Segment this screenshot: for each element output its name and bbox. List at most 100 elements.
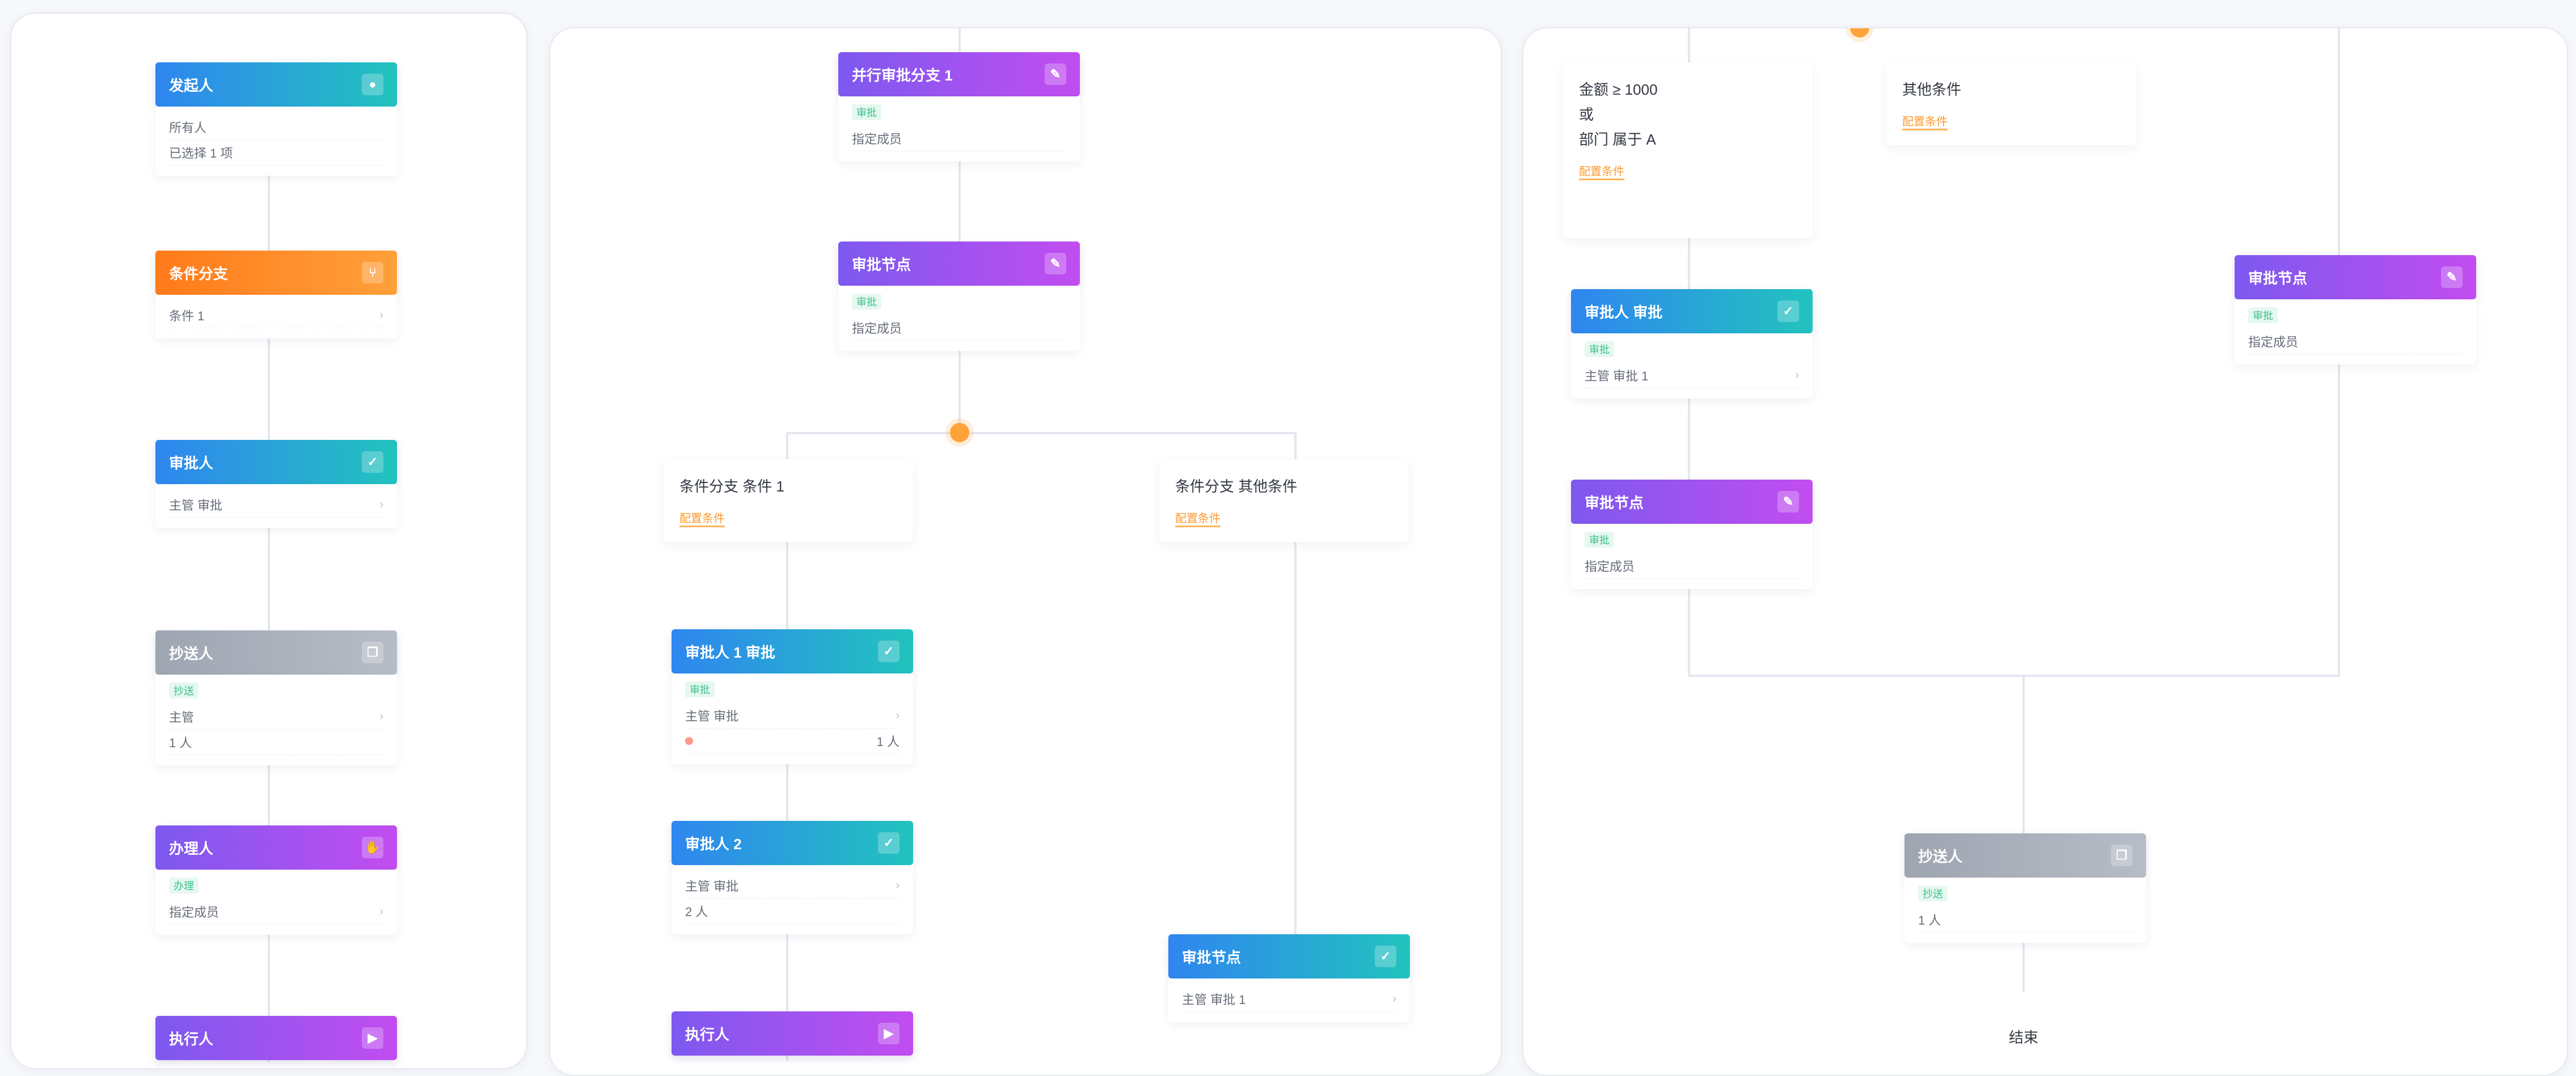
node-body[interactable]: 办理 指定成员 › xyxy=(155,870,397,935)
condition-card[interactable]: 条件分支 其他条件 配置条件 xyxy=(1159,459,1409,542)
status-badge: 抄送 xyxy=(1918,886,1948,901)
row-text: 已选择 1 项 xyxy=(169,146,233,160)
copy-icon: ❐ xyxy=(2111,845,2132,866)
row-text: 1 人 xyxy=(1918,913,1941,927)
node-body[interactable]: 审批 主管 审批 › 1 人 xyxy=(672,673,913,764)
row-text: 指定成员 xyxy=(852,321,902,336)
status-badge: 抄送 xyxy=(169,683,199,698)
node-body[interactable]: 所有人 已选择 1 项 xyxy=(155,107,397,176)
node-header[interactable]: 并行审批分支 1 ✎ xyxy=(838,52,1080,96)
node-header[interactable]: 办理人 ✋ xyxy=(155,825,397,870)
chevron-right-icon: › xyxy=(896,879,900,892)
condition-card[interactable]: 条件分支 条件 1 配置条件 xyxy=(664,459,913,542)
node-body[interactable]: 审批 指定成员 xyxy=(2235,299,2476,365)
node-approver[interactable]: 审批人 ✓ 主管 审批 › xyxy=(155,440,397,528)
node-row: 主管 › xyxy=(169,704,383,730)
node-title: 办理人 xyxy=(169,840,214,857)
node-title: 抄送人 xyxy=(169,645,214,662)
node-approval-right[interactable]: 审批节点 ✓ 主管 审批 1 › xyxy=(1168,934,1410,1022)
add-node-hub[interactable] xyxy=(950,423,969,442)
node-body[interactable]: 条件 1 › xyxy=(155,295,397,338)
node-row: 主管 审批 1 › xyxy=(1182,986,1396,1012)
condition-text: 其他条件 xyxy=(1902,81,1962,98)
node-header[interactable]: 审批人 1 审批 ✓ xyxy=(672,629,913,673)
node-header[interactable]: 抄送人 ❐ xyxy=(155,630,397,675)
node-body[interactable]: 审批 主管 审批 1 › xyxy=(1571,333,1813,399)
row-text: 主管 审批 1 xyxy=(1182,993,1246,1007)
row-text: 1 人 xyxy=(169,736,192,750)
node-header[interactable]: 执行人 ▶ xyxy=(155,1016,397,1060)
node-body[interactable]: 审批 指定成员 xyxy=(838,286,1080,351)
node-approval[interactable]: 审批节点 ✎ 审批 指定成员 xyxy=(1571,480,1813,589)
node-header[interactable]: 审批节点 ✓ xyxy=(1168,934,1410,978)
node-initiator[interactable]: 发起人 ● 所有人 已选择 1 项 xyxy=(155,62,397,176)
condition-text: 条件分支 其他条件 xyxy=(1175,478,1298,495)
edit-icon: ✎ xyxy=(1045,63,1066,85)
node-title: 执行人 xyxy=(169,1030,214,1048)
node-header[interactable]: 审批节点 ✎ xyxy=(838,242,1080,286)
check-icon: ✓ xyxy=(878,641,900,662)
condition-text: 金额 ≥ 1000 xyxy=(1579,77,1797,102)
node-approver[interactable]: 审批人 审批 ✓ 审批 主管 审批 1 › xyxy=(1571,289,1813,399)
node-executor[interactable]: 执行人 ▶ xyxy=(155,1016,397,1060)
node-body[interactable]: 主管 审批 › xyxy=(155,484,397,528)
play-icon: ▶ xyxy=(362,1027,383,1049)
node-executor[interactable]: 执行人 ▶ xyxy=(672,1011,913,1056)
flow-panel-right: 金额 ≥ 1000 或 部门 属于 A 配置条件 其他条件 配置条件 审批人 审… xyxy=(1522,27,2568,1076)
node-title: 执行人 xyxy=(685,1026,730,1043)
node-handler[interactable]: 办理人 ✋ 办理 指定成员 › xyxy=(155,825,397,935)
row-text: 指定成员 xyxy=(2248,335,2299,349)
row-text: 1 人 xyxy=(876,735,900,749)
node-header[interactable]: 条件分支 ⑂ xyxy=(155,251,397,295)
node-row: 1 人 xyxy=(169,730,383,755)
node-condition-branch[interactable]: 条件分支 ⑂ 条件 1 › xyxy=(155,251,397,338)
node-header[interactable]: 审批人 ✓ xyxy=(155,440,397,484)
status-badge: 审批 xyxy=(852,294,881,310)
node-parallel-approval[interactable]: 并行审批分支 1 ✎ 审批 指定成员 xyxy=(838,52,1080,162)
status-badge: 审批 xyxy=(685,681,715,697)
node-cc[interactable]: 抄送人 ❐ 抄送 主管 › 1 人 xyxy=(155,630,397,765)
node-body[interactable]: 抄送 主管 › 1 人 xyxy=(155,675,397,765)
user-icon: ● xyxy=(362,74,383,95)
node-body[interactable]: 审批 指定成员 xyxy=(1571,524,1813,589)
edit-icon: ✎ xyxy=(1777,491,1799,512)
node-approver-2[interactable]: 审批人 2 ✓ 主管 审批 › 2 人 xyxy=(672,821,913,934)
node-header[interactable]: 审批节点 ✎ xyxy=(1571,480,1813,524)
node-header[interactable]: 审批节点 ✎ xyxy=(2235,255,2476,299)
avatar xyxy=(685,737,693,745)
node-header[interactable]: 抄送人 ❐ xyxy=(1904,833,2146,878)
row-text: 主管 xyxy=(169,710,195,725)
node-title: 审批节点 xyxy=(1182,948,1241,966)
node-row: 主管 审批 › xyxy=(685,873,900,899)
node-body[interactable]: 审批 指定成员 xyxy=(838,96,1080,162)
node-row: 指定成员 xyxy=(2248,329,2463,354)
node-body[interactable]: 主管 审批 › 2 人 xyxy=(672,865,913,934)
end-label: 结束 xyxy=(2009,1029,2039,1046)
row-text: 主管 审批 1 xyxy=(1585,369,1649,383)
status-badge: 审批 xyxy=(852,104,881,120)
node-header[interactable]: 审批人 审批 ✓ xyxy=(1571,289,1813,333)
node-header[interactable]: 执行人 ▶ xyxy=(672,1011,913,1056)
hand-icon: ✋ xyxy=(362,837,383,858)
condition-card[interactable]: 其他条件 配置条件 xyxy=(1886,62,2136,145)
row-text: 指定成员 xyxy=(852,132,902,146)
row-text: 主管 审批 xyxy=(685,879,739,893)
flow-panel-middle: 并行审批分支 1 ✎ 审批 指定成员 审批节点 ✎ 审批 指定成员 条件分支 条… xyxy=(549,27,1502,1076)
node-row: 指定成员 xyxy=(1585,553,1799,579)
node-approver-1[interactable]: 审批人 1 审批 ✓ 审批 主管 审批 › 1 人 xyxy=(672,629,913,764)
chevron-right-icon: › xyxy=(1795,368,1799,382)
node-header[interactable]: 发起人 ● xyxy=(155,62,397,107)
node-row: 主管 审批 › xyxy=(169,492,383,518)
condition-status: 配置条件 xyxy=(1175,509,1221,527)
node-title: 审批节点 xyxy=(852,256,911,273)
chevron-right-icon: › xyxy=(379,710,383,723)
node-cc[interactable]: 抄送人 ❐ 抄送 1 人 xyxy=(1904,833,2146,943)
node-header[interactable]: 审批人 2 ✓ xyxy=(672,821,913,865)
node-body[interactable]: 主管 审批 1 › xyxy=(1168,978,1410,1022)
node-approval-right[interactable]: 审批节点 ✎ 审批 指定成员 xyxy=(2235,255,2476,365)
node-body[interactable]: 抄送 1 人 xyxy=(1904,878,2146,943)
condition-card[interactable]: 金额 ≥ 1000 或 部门 属于 A 配置条件 xyxy=(1563,62,1813,238)
add-node-hub[interactable] xyxy=(1850,28,1869,37)
node-approval[interactable]: 审批节点 ✎ 审批 指定成员 xyxy=(838,242,1080,351)
branch-icon: ⑂ xyxy=(362,262,383,283)
